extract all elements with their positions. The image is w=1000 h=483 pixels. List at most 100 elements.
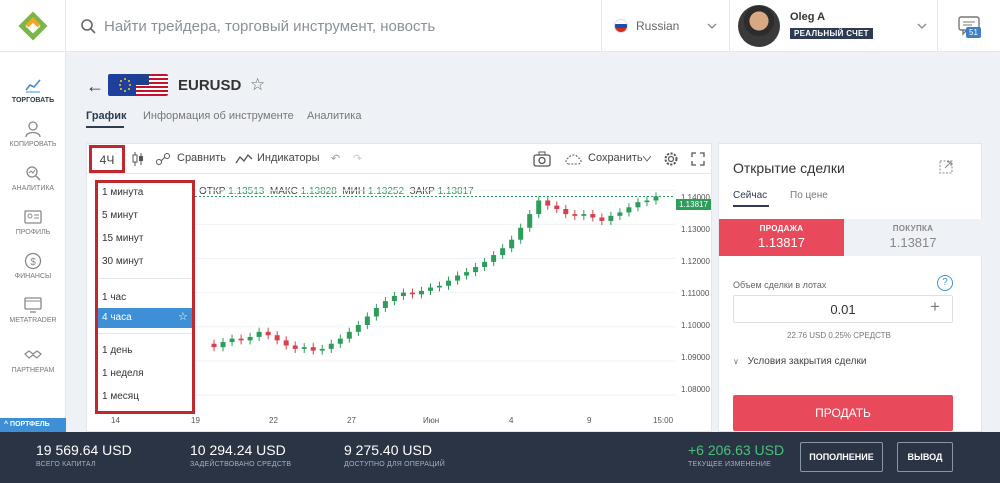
sidebar-item-finance[interactable]: $ ФИНАНСЫ: [0, 252, 66, 296]
search-input[interactable]: [104, 17, 584, 35]
candle-body: [653, 196, 659, 201]
order-panel: Открытие сделки Сейчас По цене ПРОДАЖА 1…: [718, 143, 982, 432]
tab-chart[interactable]: График: [86, 110, 127, 122]
sidebar-item-profile[interactable]: ПРОФИЛЬ: [0, 208, 66, 252]
fullscreen-icon[interactable]: [691, 152, 705, 166]
user-menu[interactable]: Oleg A РЕАЛЬНЫЙ СЧЕТ: [730, 0, 938, 52]
tab-instrument-info[interactable]: Информация об инструменте: [143, 110, 294, 122]
timeframe-option[interactable]: 1 день: [98, 341, 192, 361]
candle-body: [473, 267, 479, 273]
active-tab-indicator: [86, 126, 124, 128]
chevron-down-icon: [917, 23, 927, 29]
help-icon[interactable]: ?: [937, 275, 953, 291]
sell-button[interactable]: ПРОДАТЬ: [733, 395, 953, 431]
candle-body: [644, 200, 650, 203]
portfolio-tab[interactable]: ^ ПОРТФЕЛЬ: [0, 418, 66, 432]
sell-price: 1.13817: [758, 235, 805, 250]
used-funds-value: 10 294.24 USD: [190, 442, 286, 458]
timeframe-option[interactable]: 1 неделя: [98, 364, 192, 384]
save-button[interactable]: Сохранить: [588, 152, 643, 164]
candle-body: [319, 348, 325, 351]
sidebar-item-label: METATRADER: [9, 317, 57, 324]
search-bar[interactable]: [66, 0, 602, 52]
sidebar-item-metatrader[interactable]: METATRADER: [0, 296, 66, 340]
account-footer: 19 569.64 USD ВСЕГО КАПИТАЛ 10 294.24 US…: [0, 432, 1000, 483]
candle-body: [590, 214, 596, 218]
price-chart[interactable]: [195, 180, 675, 412]
timeframe-option[interactable]: 1 минута: [98, 183, 192, 203]
sidebar-item-label: ФИНАНСЫ: [14, 273, 52, 280]
deposit-button[interactable]: ПОПОЛНЕНИЕ: [800, 442, 883, 472]
profile-icon: [24, 210, 42, 224]
indicators-button[interactable]: Индикаторы: [257, 152, 320, 164]
logo[interactable]: [0, 0, 66, 52]
x-tick: 27: [347, 416, 356, 425]
total-capital-label: ВСЕГО КАПИТАЛ: [36, 461, 96, 468]
sidebar-item-partners[interactable]: ПАРТНЕРАМ: [0, 346, 66, 390]
sidebar-item-trade[interactable]: ТОРГОВАТЬ: [0, 76, 66, 120]
buy-price-box[interactable]: ПОКУПКА 1.13817: [844, 219, 982, 256]
total-capital-stat: 19 569.64 USD ВСЕГО КАПИТАЛ: [36, 442, 132, 468]
sidebar-item-analytics[interactable]: АНАЛИТИКА: [0, 164, 66, 208]
y-tick: 1.13000: [681, 225, 710, 234]
analytics-icon: [26, 166, 41, 181]
candle-body: [292, 345, 298, 349]
timeframe-option[interactable]: 5 минут: [98, 206, 192, 226]
candle-body: [427, 287, 433, 291]
candle-body: [599, 217, 605, 221]
timeframe-option[interactable]: 15 минут: [98, 229, 192, 249]
timeframe-option[interactable]: 1 час: [98, 288, 192, 308]
candle-body: [337, 338, 343, 344]
candle-body: [563, 209, 569, 215]
language-selector[interactable]: Russian: [602, 0, 730, 52]
withdraw-button[interactable]: ВЫВОД: [897, 442, 953, 472]
candle-type-icon[interactable]: [131, 151, 145, 167]
candle-body: [283, 340, 289, 346]
favorite-star-icon[interactable]: ☆: [178, 310, 188, 323]
top-header: Russian Oleg A РЕАЛЬНЫЙ СЧЕТ 51: [0, 0, 1000, 52]
sell-price-box[interactable]: ПРОДАЖА 1.13817: [719, 219, 844, 256]
tab-now[interactable]: Сейчас: [733, 190, 767, 201]
plus-icon[interactable]: +: [930, 297, 940, 317]
tab-by-price[interactable]: По цене: [790, 190, 828, 201]
x-tick: 19: [191, 416, 200, 425]
timeframe-button[interactable]: 4Ч: [89, 145, 125, 173]
buy-price: 1.13817: [889, 235, 937, 250]
candle-body: [482, 261, 488, 267]
notifications-button[interactable]: 51: [938, 0, 1000, 52]
redo-icon[interactable]: ↷: [353, 152, 362, 165]
y-tick: 1.12000: [681, 257, 710, 266]
y-tick: 1.10000: [681, 321, 710, 330]
candle-body: [400, 292, 406, 296]
close-conditions-label: Условия закрытия сделки: [747, 356, 867, 367]
candle-body: [491, 255, 497, 262]
lot-size-input[interactable]: 0.01: [733, 295, 953, 323]
divider: [98, 333, 192, 334]
timeframe-option[interactable]: 30 минут: [98, 252, 192, 272]
camera-icon[interactable]: [533, 151, 551, 167]
candle-body: [373, 307, 379, 317]
undo-icon[interactable]: ↶: [331, 152, 340, 165]
expand-icon[interactable]: [939, 160, 953, 174]
timeframe-option-selected[interactable]: 4 часа ☆: [98, 308, 192, 328]
sidebar-item-label: ТОРГОВАТЬ: [11, 97, 55, 104]
dollar-icon: $: [24, 252, 42, 270]
tab-analytics[interactable]: Аналитика: [307, 110, 361, 122]
compare-button[interactable]: Сравнить: [177, 152, 226, 164]
used-funds-stat: 10 294.24 USD ЗАДЕЙСТВОВАНО СРЕДСТВ: [190, 442, 291, 468]
candle-body: [346, 331, 352, 339]
candle-body: [274, 335, 280, 341]
gear-icon[interactable]: [663, 151, 679, 167]
candle-body: [500, 248, 506, 256]
timeframe-option[interactable]: 1 месяц: [98, 387, 192, 407]
close-conditions-toggle[interactable]: ∨ Условия закрытия сделки: [733, 356, 866, 367]
chevron-down-icon[interactable]: [643, 156, 651, 162]
sidebar-item-copy[interactable]: КОПИРОВАТЬ: [0, 120, 66, 164]
currency-pair-flags: [108, 74, 168, 96]
favorite-star-icon[interactable]: ☆: [250, 75, 265, 95]
current-change-label: ТЕКУЩЕЕ ИЗМЕНЕНИЕ: [688, 461, 772, 468]
logo-icon: [18, 11, 48, 41]
us-flag-icon: [136, 74, 168, 96]
back-arrow-icon[interactable]: ←: [86, 76, 104, 97]
y-tick: 1.08000: [681, 385, 710, 394]
